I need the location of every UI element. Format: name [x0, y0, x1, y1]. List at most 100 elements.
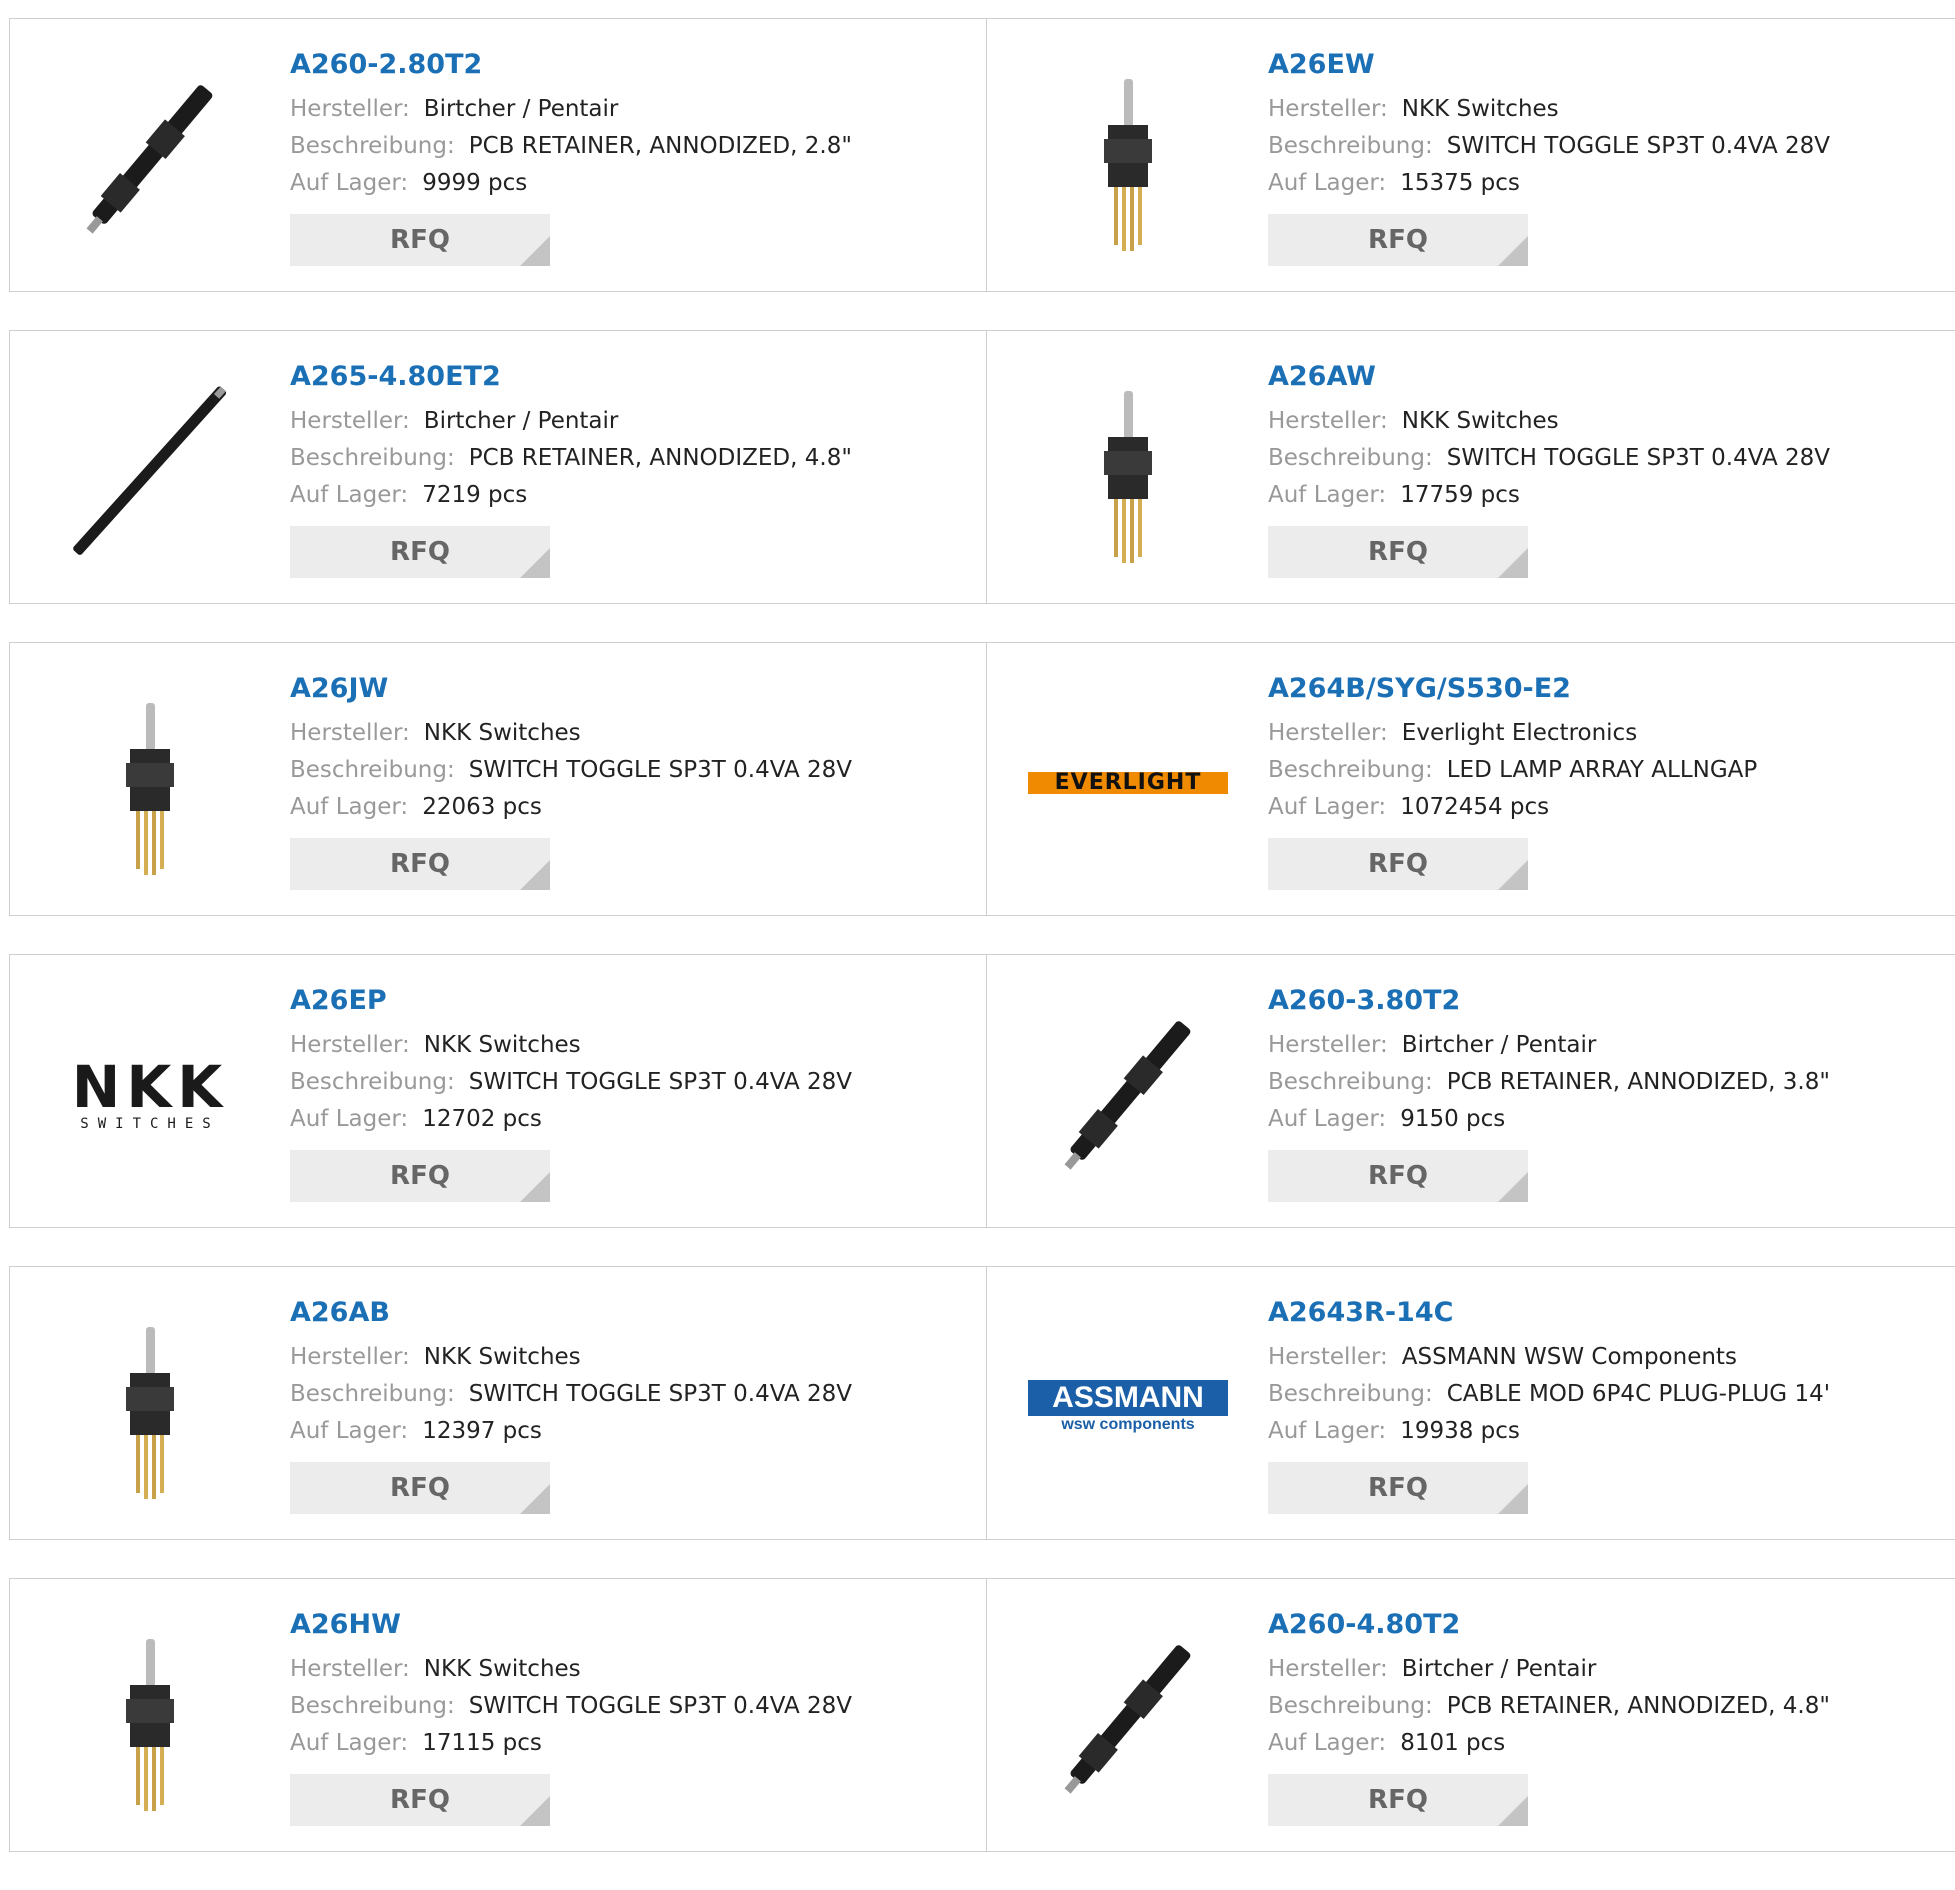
- product-image[interactable]: [1028, 1619, 1228, 1819]
- product-row: A26JW Hersteller: NKK Switches Beschreibung…: [9, 642, 1955, 916]
- manufacturer-value: Birtcher / Pentair: [423, 408, 619, 434]
- stock-value: 7219 pcs: [422, 482, 528, 508]
- part-number-link[interactable]: A264B/SYG/S530-E2: [1268, 671, 1757, 715]
- part-number-link[interactable]: A26HW: [290, 1607, 852, 1651]
- product-card: A26AB Hersteller: NKK Switches Beschreibung…: [10, 1267, 987, 1539]
- part-number-link[interactable]: A260-2.80T2: [290, 47, 852, 91]
- stock-line: Auf Lager: 7219 pcs: [290, 477, 852, 514]
- part-number-link[interactable]: A26AB: [290, 1295, 852, 1339]
- product-image[interactable]: [50, 1619, 250, 1819]
- corner-triangle-icon: [520, 1484, 550, 1514]
- manufacturer-label: Hersteller:: [290, 408, 410, 434]
- product-image[interactable]: [1028, 59, 1228, 259]
- description-value: SWITCH TOGGLE SP3T 0.4VA 28V: [468, 1069, 853, 1095]
- rfq-button[interactable]: RFQ: [1268, 838, 1528, 890]
- logo-subtext: wsw components: [1061, 1416, 1195, 1433]
- product-info: A260-3.80T2 Hersteller: Birtcher / Pentair…: [1268, 983, 1830, 1202]
- product-info: A26EP Hersteller: NKK Switches Beschreibung…: [290, 983, 852, 1202]
- description-line: Beschreibung: SWITCH TOGGLE SP3T 0.4VA 28…: [290, 752, 852, 789]
- corner-triangle-icon: [520, 236, 550, 266]
- stock-value: 22063 pcs: [422, 794, 542, 820]
- manufacturer-value: NKK Switches: [1401, 408, 1559, 434]
- stock-line: Auf Lager: 8101 pcs: [1268, 1725, 1830, 1762]
- corner-triangle-icon: [520, 860, 550, 890]
- corner-triangle-icon: [520, 1172, 550, 1202]
- product-row: A260-2.80T2 Hersteller: Birtcher / Pentair…: [9, 18, 1955, 292]
- product-row: NKK SWITCHES A26EP Hersteller: NKK Switches B…: [9, 954, 1955, 1228]
- manufacturer-line: Hersteller: Birtcher / Pentair: [290, 403, 852, 440]
- part-number-link[interactable]: A260-4.80T2: [1268, 1607, 1830, 1651]
- rfq-button[interactable]: RFQ: [1268, 1774, 1528, 1826]
- manufacturer-label: Hersteller:: [290, 720, 410, 746]
- description-label: Beschreibung:: [1268, 1693, 1433, 1719]
- part-number-link[interactable]: A260-3.80T2: [1268, 983, 1830, 1027]
- rfq-button[interactable]: RFQ: [1268, 1150, 1528, 1202]
- stock-line: Auf Lager: 19938 pcs: [1268, 1413, 1830, 1450]
- stock-label: Auf Lager:: [290, 794, 409, 820]
- product-image[interactable]: [50, 1307, 250, 1507]
- stock-label: Auf Lager:: [1268, 794, 1387, 820]
- part-number-link[interactable]: A265-4.80ET2: [290, 359, 852, 403]
- product-card: A260-2.80T2 Hersteller: Birtcher / Pentair…: [10, 19, 987, 291]
- retainer-short-icon: [1028, 995, 1228, 1195]
- stock-label: Auf Lager:: [1268, 1730, 1387, 1756]
- toggle-switch-icon: [50, 683, 250, 883]
- description-line: Beschreibung: SWITCH TOGGLE SP3T 0.4VA 28…: [290, 1064, 852, 1101]
- rfq-button[interactable]: RFQ: [290, 214, 550, 266]
- stock-value: 9150 pcs: [1400, 1106, 1506, 1132]
- corner-triangle-icon: [520, 1796, 550, 1826]
- part-number-link[interactable]: A26EW: [1268, 47, 1830, 91]
- rfq-label: RFQ: [1368, 849, 1428, 879]
- product-image[interactable]: EVERLIGHT: [1028, 683, 1228, 883]
- rfq-button[interactable]: RFQ: [290, 526, 550, 578]
- product-image[interactable]: [50, 683, 250, 883]
- rfq-button[interactable]: RFQ: [1268, 526, 1528, 578]
- product-image[interactable]: [50, 371, 250, 571]
- manufacturer-value: NKK Switches: [423, 1656, 581, 1682]
- product-card: NKK SWITCHES A26EP Hersteller: NKK Switches B…: [10, 955, 987, 1227]
- part-number-link[interactable]: A2643R-14C: [1268, 1295, 1830, 1339]
- assmann-logo: ASSMANN wsw components: [1028, 1380, 1228, 1434]
- rfq-button[interactable]: RFQ: [290, 838, 550, 890]
- rfq-button[interactable]: RFQ: [290, 1150, 550, 1202]
- rfq-button[interactable]: RFQ: [1268, 214, 1528, 266]
- assmann-logo: ASSMANN wsw components: [1028, 1380, 1228, 1434]
- part-number-link[interactable]: A26JW: [290, 671, 852, 715]
- manufacturer-line: Hersteller: NKK Switches: [290, 1651, 852, 1688]
- rfq-label: RFQ: [1368, 1785, 1428, 1815]
- manufacturer-label: Hersteller:: [1268, 720, 1388, 746]
- rfq-button[interactable]: RFQ: [290, 1462, 550, 1514]
- stock-value: 12397 pcs: [422, 1418, 542, 1444]
- product-image[interactable]: ASSMANN wsw components: [1028, 1307, 1228, 1507]
- toggle-switch-icon: [50, 1619, 250, 1819]
- product-image[interactable]: [50, 59, 250, 259]
- stock-label: Auf Lager:: [290, 1106, 409, 1132]
- stock-value: 17759 pcs: [1400, 482, 1520, 508]
- part-number-link[interactable]: A26AW: [1268, 359, 1830, 403]
- corner-triangle-icon: [1498, 860, 1528, 890]
- rfq-button[interactable]: RFQ: [290, 1774, 550, 1826]
- stock-label: Auf Lager:: [1268, 482, 1387, 508]
- product-info: A26HW Hersteller: NKK Switches Beschreibung…: [290, 1607, 852, 1826]
- manufacturer-line: Hersteller: NKK Switches: [290, 1027, 852, 1064]
- stock-value: 9999 pcs: [422, 170, 528, 196]
- corner-triangle-icon: [1498, 1484, 1528, 1514]
- description-line: Beschreibung: PCB RETAINER, ANNODIZED, 4.…: [290, 440, 852, 477]
- retainer-short-icon: [50, 59, 250, 259]
- description-value: SWITCH TOGGLE SP3T 0.4VA 28V: [1446, 133, 1831, 159]
- part-number-link[interactable]: A26EP: [290, 983, 852, 1027]
- product-image[interactable]: [1028, 371, 1228, 571]
- description-label: Beschreibung:: [290, 1693, 455, 1719]
- description-value: PCB RETAINER, ANNODIZED, 3.8": [1446, 1069, 1830, 1095]
- corner-triangle-icon: [1498, 236, 1528, 266]
- manufacturer-line: Hersteller: NKK Switches: [1268, 91, 1830, 128]
- rfq-button[interactable]: RFQ: [1268, 1462, 1528, 1514]
- manufacturer-label: Hersteller:: [1268, 1656, 1388, 1682]
- nkk-logo: NKK SWITCHES: [72, 1058, 228, 1132]
- product-card: A26EW Hersteller: NKK Switches Beschreibung…: [988, 19, 1955, 291]
- stock-line: Auf Lager: 15375 pcs: [1268, 165, 1830, 202]
- product-image[interactable]: [1028, 995, 1228, 1195]
- product-image[interactable]: NKK SWITCHES: [50, 995, 250, 1195]
- stock-line: Auf Lager: 17115 pcs: [290, 1725, 852, 1762]
- description-label: Beschreibung:: [1268, 1069, 1433, 1095]
